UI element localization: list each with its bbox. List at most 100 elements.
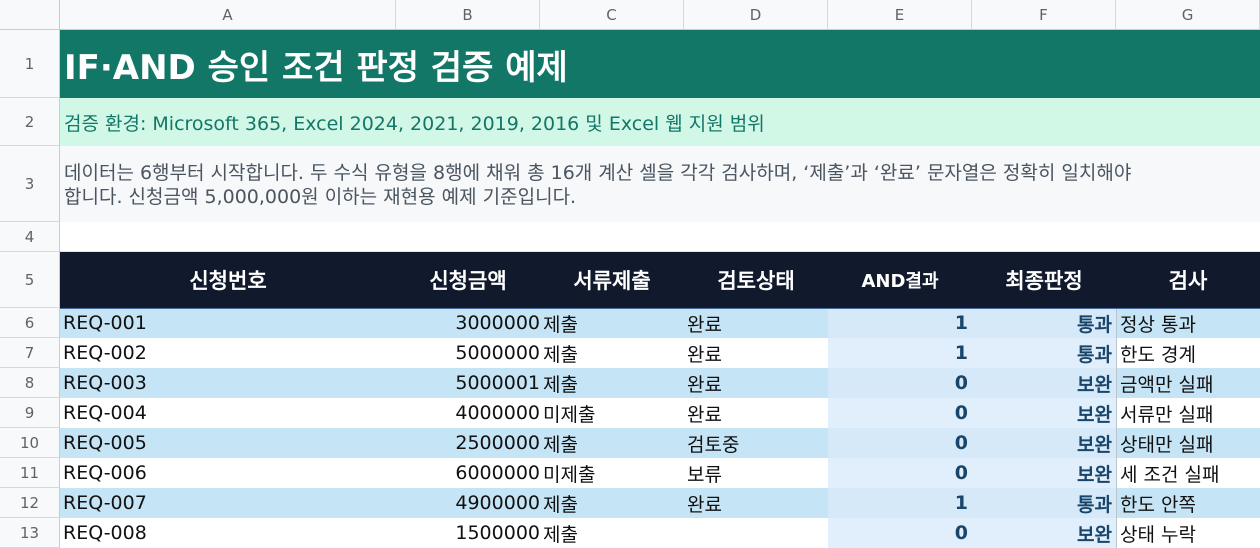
header-documents[interactable]: 서류제출: [540, 252, 684, 308]
cell-docs[interactable]: 미제출: [540, 458, 684, 488]
cell-check[interactable]: 세 조건 실패: [1116, 458, 1260, 488]
cell-status[interactable]: 완료: [684, 368, 828, 398]
cell-final[interactable]: 보완: [972, 398, 1116, 428]
table-row: REQ-004 4000000 미제출 완료 0 보완 서류만 실패: [60, 398, 1260, 428]
cell-id[interactable]: REQ-003: [60, 368, 396, 398]
column-header-c[interactable]: C: [540, 0, 684, 30]
cell-and-result[interactable]: 0: [828, 518, 972, 548]
cell-and-result[interactable]: 1: [828, 308, 972, 338]
cell-status[interactable]: 검토중: [684, 428, 828, 458]
cell-docs[interactable]: 제출: [540, 308, 684, 338]
select-all-corner[interactable]: [0, 0, 60, 30]
table-row: REQ-007 4900000 제출 완료 1 통과 한도 안쪽: [60, 488, 1260, 518]
cell-amount[interactable]: 5000000: [396, 338, 540, 368]
cell-final[interactable]: 통과: [972, 488, 1116, 518]
spreadsheet: A B C D E F G 1 2 3 4 5 6 7 8 9 10 11 12…: [0, 0, 1260, 548]
row-header-6[interactable]: 6: [0, 308, 60, 338]
column-header-f[interactable]: F: [972, 0, 1116, 30]
empty-row-4[interactable]: [60, 222, 1260, 252]
column-header-d[interactable]: D: [684, 0, 828, 30]
cell-amount[interactable]: 4000000: [396, 398, 540, 428]
cell-id[interactable]: REQ-006: [60, 458, 396, 488]
cell-final[interactable]: 보완: [972, 428, 1116, 458]
cell-status[interactable]: [684, 518, 828, 548]
cell-check[interactable]: 상태만 실패: [1116, 428, 1260, 458]
header-final-decision[interactable]: 최종판정: [972, 252, 1116, 308]
cell-amount[interactable]: 1500000: [396, 518, 540, 548]
cell-final[interactable]: 통과: [972, 308, 1116, 338]
header-check[interactable]: 검사: [1116, 252, 1260, 308]
description-line-1: 데이터는 6행부터 시작합니다. 두 수식 유형을 8행에 채워 총 16개 계…: [64, 162, 1132, 184]
cell-check[interactable]: 상태 누락: [1116, 518, 1260, 548]
row-header-10[interactable]: 10: [0, 428, 60, 458]
description-line-2: 합니다. 신청금액 5,000,000원 이하는 재현용 예제 기준입니다.: [64, 186, 577, 208]
cell-check[interactable]: 한도 경계: [1116, 338, 1260, 368]
cell-check[interactable]: 한도 안쪽: [1116, 488, 1260, 518]
table-row: REQ-002 5000000 제출 완료 1 통과 한도 경계: [60, 338, 1260, 368]
cell-id[interactable]: REQ-005: [60, 428, 396, 458]
header-review-status[interactable]: 검토상태: [684, 252, 828, 308]
cell-and-result[interactable]: 0: [828, 428, 972, 458]
row-header-5[interactable]: 5: [0, 252, 60, 308]
cell-check[interactable]: 서류만 실패: [1116, 398, 1260, 428]
cell-status[interactable]: 완료: [684, 488, 828, 518]
cell-status[interactable]: 완료: [684, 398, 828, 428]
cell-docs[interactable]: 제출: [540, 488, 684, 518]
cell-check[interactable]: 금액만 실패: [1116, 368, 1260, 398]
column-header-b[interactable]: B: [396, 0, 540, 30]
table-row: REQ-005 2500000 제출 검토중 0 보완 상태만 실패: [60, 428, 1260, 458]
cell-final[interactable]: 보완: [972, 518, 1116, 548]
table-header-row: 신청번호 신청금액 서류제출 검토상태 AND결과 최종판정 검사: [60, 252, 1260, 308]
cell-final[interactable]: 보완: [972, 458, 1116, 488]
description-cell[interactable]: 데이터는 6행부터 시작합니다. 두 수식 유형을 8행에 채워 총 16개 계…: [60, 146, 1260, 222]
row-header-7[interactable]: 7: [0, 338, 60, 368]
cell-status[interactable]: 완료: [684, 308, 828, 338]
cell-docs[interactable]: 미제출: [540, 398, 684, 428]
cell-and-result[interactable]: 1: [828, 488, 972, 518]
title-cell[interactable]: IF·AND 승인 조건 판정 검증 예제: [60, 30, 1260, 98]
cell-id[interactable]: REQ-002: [60, 338, 396, 368]
row-header-4[interactable]: 4: [0, 222, 60, 252]
cell-and-result[interactable]: 1: [828, 338, 972, 368]
cell-docs[interactable]: 제출: [540, 338, 684, 368]
cell-amount[interactable]: 2500000: [396, 428, 540, 458]
column-header-a[interactable]: A: [60, 0, 396, 30]
row-header-13[interactable]: 13: [0, 518, 60, 548]
table-row: REQ-006 6000000 미제출 보류 0 보완 세 조건 실패: [60, 458, 1260, 488]
cell-amount[interactable]: 6000000: [396, 458, 540, 488]
row-header-2[interactable]: 2: [0, 98, 60, 146]
cell-and-result[interactable]: 0: [828, 368, 972, 398]
cell-final[interactable]: 보완: [972, 368, 1116, 398]
cell-id[interactable]: REQ-001: [60, 308, 396, 338]
cell-amount[interactable]: 3000000: [396, 308, 540, 338]
cell-amount[interactable]: 5000001: [396, 368, 540, 398]
header-and-result[interactable]: AND결과: [828, 252, 972, 308]
cell-and-result[interactable]: 0: [828, 458, 972, 488]
cell-amount[interactable]: 4900000: [396, 488, 540, 518]
header-bottom-border: [60, 308, 1260, 309]
environment-cell[interactable]: 검증 환경: Microsoft 365, Excel 2024, 2021, …: [60, 98, 1260, 146]
cell-final[interactable]: 통과: [972, 338, 1116, 368]
cell-id[interactable]: REQ-008: [60, 518, 396, 548]
row-header-12[interactable]: 12: [0, 488, 60, 518]
cell-docs[interactable]: 제출: [540, 368, 684, 398]
cell-check[interactable]: 정상 통과: [1116, 308, 1260, 338]
row-header-11[interactable]: 11: [0, 458, 60, 488]
table-row: REQ-008 1500000 제출 0 보완 상태 누락: [60, 518, 1260, 548]
row-header-1[interactable]: 1: [0, 30, 60, 98]
cell-docs[interactable]: 제출: [540, 518, 684, 548]
cell-docs[interactable]: 제출: [540, 428, 684, 458]
cell-and-result[interactable]: 0: [828, 398, 972, 428]
cell-id[interactable]: REQ-004: [60, 398, 396, 428]
row-header-3[interactable]: 3: [0, 146, 60, 222]
row-header-9[interactable]: 9: [0, 398, 60, 428]
header-amount[interactable]: 신청금액: [396, 252, 540, 308]
cell-status[interactable]: 완료: [684, 338, 828, 368]
column-header-e[interactable]: E: [828, 0, 972, 30]
cell-id[interactable]: REQ-007: [60, 488, 396, 518]
table-row: REQ-003 5000001 제출 완료 0 보완 금액만 실패: [60, 368, 1260, 398]
column-header-g[interactable]: G: [1116, 0, 1260, 30]
row-header-8[interactable]: 8: [0, 368, 60, 398]
header-request-id[interactable]: 신청번호: [60, 252, 396, 308]
cell-status[interactable]: 보류: [684, 458, 828, 488]
